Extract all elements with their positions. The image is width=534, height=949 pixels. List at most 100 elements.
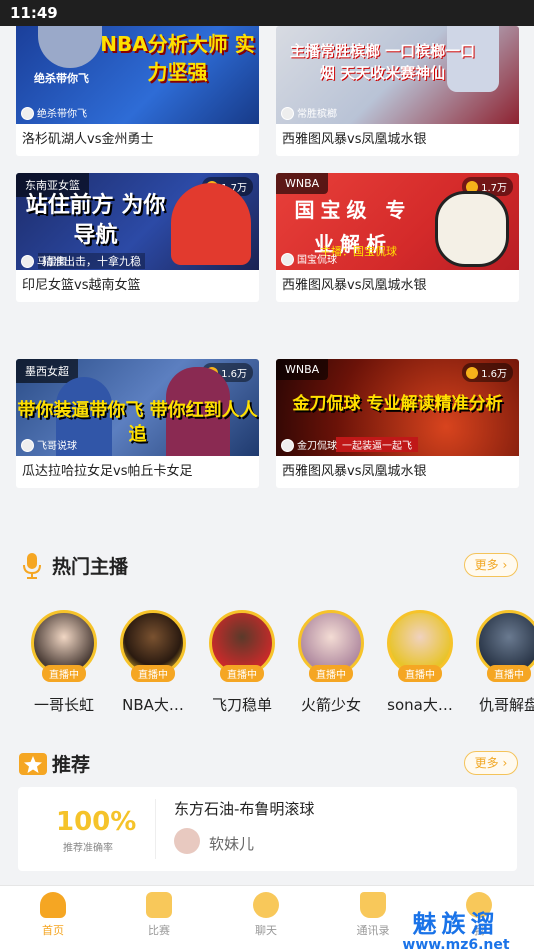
host-slogan: 绝杀带你飞 xyxy=(34,72,89,85)
host-label: 马里奥 xyxy=(21,253,67,268)
match-thumbnail: WNBA 1.7万 国宝级 专业解析 主播：国宝侃球 国宝侃球 xyxy=(276,173,519,270)
chevron-right-icon: › xyxy=(498,558,508,572)
host-avatar: 直播中 xyxy=(387,610,453,682)
host-label: 绝杀带你飞 xyxy=(21,105,87,120)
host-avatar xyxy=(281,439,294,452)
match-subline: 一起装逼一起飞 xyxy=(336,437,418,452)
tab-match[interactable]: 比赛 xyxy=(124,892,194,938)
host-name: 一哥长虹 xyxy=(33,696,94,714)
panda-figure xyxy=(435,191,509,267)
match-thumbnail: 墨西女超 1.6万 带你装逼带你飞 带你红到人人追 飞哥说球 xyxy=(16,359,259,456)
match-caption: 瓜达拉哈拉女足vs帕丘卡女足 xyxy=(22,464,193,479)
match-card[interactable]: NBA分析大师 实力坚强 绝杀带你飞 绝杀带你飞 洛杉矶湖人vs金州勇士 xyxy=(16,26,259,156)
host-item[interactable]: 直播中 仇哥解盘 xyxy=(464,610,534,715)
match-card[interactable]: 东南亚女篮 1.7万 站住前方 为你导航 精准出击，十拿九稳 马里奥 印尼女篮v… xyxy=(16,173,259,302)
host-item[interactable]: 直播中 sona大… xyxy=(375,610,465,715)
tab-chat[interactable]: 聊天 xyxy=(231,892,301,938)
match-card[interactable]: WNBA 1.7万 国宝级 专业解析 主播：国宝侃球 国宝侃球 西雅图风暴vs凤… xyxy=(276,173,519,302)
mario-figure xyxy=(171,183,251,265)
match-icon xyxy=(146,892,172,918)
host-label: 常胜槟榔 xyxy=(281,105,337,120)
league-tag: WNBA xyxy=(276,173,329,194)
host-item[interactable]: 直播中 一哥长虹 xyxy=(19,610,109,715)
host-name: 仇哥解盘 xyxy=(478,696,534,714)
host-label: 飞哥说球 xyxy=(21,437,77,452)
host-avatar: 直播中 xyxy=(298,610,364,682)
tab-home[interactable]: 首页 xyxy=(18,892,88,938)
host-item[interactable]: 直播中 NBA大… xyxy=(108,610,198,715)
live-badge: 直播中 xyxy=(220,665,264,682)
match-headline: 主播常胜槟榔 一口槟榔一口烟 天天收米赛神仙 xyxy=(289,42,476,82)
host-name: 马里奥 xyxy=(37,257,67,268)
chevron-right-icon: › xyxy=(498,756,508,770)
hot-hosts-header: 热门主播 更多 › xyxy=(18,548,518,582)
divider xyxy=(155,799,156,859)
match-headline: 金刀侃球 专业解读精准分析 xyxy=(292,394,503,414)
chat-icon xyxy=(253,892,279,918)
host-name: 金刀侃球 xyxy=(297,441,337,452)
more-label: 更多 xyxy=(474,558,499,572)
tab-label: 首页 xyxy=(42,924,64,937)
host-name: NBA大… xyxy=(122,696,184,714)
accuracy-label: 推荐准确率 xyxy=(63,843,113,854)
author-avatar xyxy=(174,828,200,854)
status-time: 11:49 xyxy=(10,4,58,22)
host-name: 飞哥说球 xyxy=(37,441,77,452)
host-avatar: 直播中 xyxy=(476,610,534,682)
view-count: 1.6万 xyxy=(462,363,513,382)
author-name: 软妹儿 xyxy=(209,835,255,853)
league-tag: WNBA xyxy=(276,359,329,380)
match-caption: 西雅图风暴vs凤凰城水银 xyxy=(282,464,427,479)
match-card[interactable]: 墨西女超 1.6万 带你装逼带你飞 带你红到人人追 飞哥说球 瓜达拉哈拉女足vs… xyxy=(16,359,259,488)
tab-label: 聊天 xyxy=(255,924,277,937)
view-count-value: 1.6万 xyxy=(481,369,507,380)
match-thumbnail: 东南亚女篮 1.7万 站住前方 为你导航 精准出击，十拿九稳 马里奥 xyxy=(16,173,259,270)
host-name: 火箭少女 xyxy=(300,696,361,714)
status-bar: 11:49 xyxy=(0,0,534,26)
live-badge: 直播中 xyxy=(398,665,442,682)
host-avatar: 直播中 xyxy=(209,610,275,682)
match-caption: 印尼女篮vs越南女篮 xyxy=(22,278,141,293)
contacts-icon xyxy=(360,892,386,918)
match-headline: 站住前方 为你导航 xyxy=(25,193,166,248)
hot-hosts-list: 直播中 一哥长虹 直播中 NBA大… 直播中 飞刀稳单 直播中 火箭少女 直播中… xyxy=(0,610,534,730)
hot-hosts-title: 热门主播 xyxy=(52,556,129,578)
popularity-icon xyxy=(466,367,479,379)
host-item[interactable]: 直播中 飞刀稳单 xyxy=(197,610,287,715)
watermark-text: 魅族溜 xyxy=(412,910,500,938)
recommend-header: 推荐 更多 › xyxy=(18,746,518,780)
host-item[interactable]: 直播中 火箭少女 xyxy=(286,610,376,715)
recommend-title: 推荐 xyxy=(52,754,91,776)
more-label: 更多 xyxy=(474,756,499,770)
host-name: sona大… xyxy=(387,696,453,714)
match-card[interactable]: 主播常胜槟榔 一口槟榔一口烟 天天收米赛神仙 常胜槟榔 西雅图风暴vs凤凰城水银 xyxy=(276,26,519,156)
host-avatar xyxy=(281,107,294,120)
match-headline: NBA分析大师 实力坚强 xyxy=(100,32,255,84)
match-thumbnail: WNBA 1.6万 金刀侃球 专业解读精准分析 一起装逼一起飞 金刀侃球 xyxy=(276,359,519,456)
host-name: 常胜槟榔 xyxy=(297,109,337,120)
home-icon xyxy=(40,892,66,918)
host-photo xyxy=(38,26,102,68)
live-badge: 直播中 xyxy=(42,665,86,682)
host-avatar xyxy=(21,439,34,452)
watermark: 魅族溜 www.mz6.net xyxy=(396,904,516,949)
microphone-icon xyxy=(23,553,41,579)
hot-hosts-more-button[interactable]: 更多 › xyxy=(464,553,518,577)
recommend-more-button[interactable]: 更多 › xyxy=(464,751,518,775)
recommend-card[interactable]: 100% 推荐准确率 东方石油-布鲁明滚球 软妹儿 xyxy=(18,787,517,871)
match-caption: 洛杉矶湖人vs金州勇士 xyxy=(22,132,154,147)
host-label: 金刀侃球 xyxy=(281,437,337,452)
live-badge: 直播中 xyxy=(487,665,531,682)
watermark-url: www.mz6.net xyxy=(402,937,510,949)
accuracy-value: 100% xyxy=(56,807,137,837)
star-icon xyxy=(19,753,47,775)
live-badge: 直播中 xyxy=(131,665,175,682)
host-avatar xyxy=(281,253,294,266)
host-name: 飞刀稳单 xyxy=(211,696,272,714)
host-avatar xyxy=(21,255,34,268)
host-name: 国宝侃球 xyxy=(297,255,337,266)
host-name: 绝杀带你飞 xyxy=(37,109,87,120)
match-caption: 西雅图风暴vs凤凰城水银 xyxy=(282,132,427,147)
view-count-value: 1.6万 xyxy=(221,369,247,380)
match-card[interactable]: WNBA 1.6万 金刀侃球 专业解读精准分析 一起装逼一起飞 金刀侃球 西雅图… xyxy=(276,359,519,488)
